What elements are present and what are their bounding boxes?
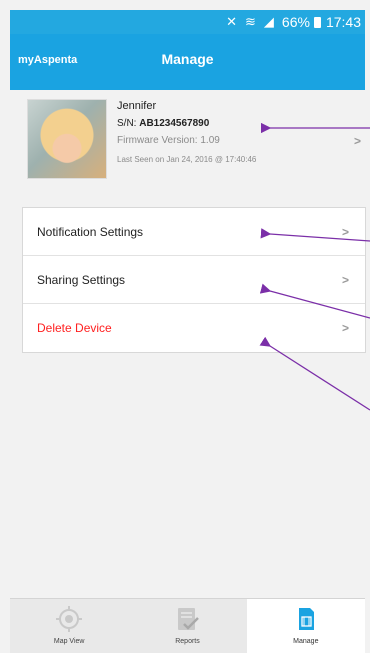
sim-card-icon bbox=[298, 608, 314, 630]
chevron-right-icon: > bbox=[353, 134, 361, 148]
chevron-right-icon: > bbox=[341, 321, 349, 335]
status-bar: ✕ ≋ ◢ 66% 17:43 bbox=[10, 10, 365, 34]
wifi-icon: ≋ bbox=[245, 14, 256, 29]
manage-content: Jennifer S/N: AB1234567890 Firmware Vers… bbox=[10, 90, 366, 598]
tab-label: Map View bbox=[53, 638, 85, 645]
tab-reports[interactable]: Reports bbox=[128, 599, 246, 653]
device-serial: S/N: AB1234567890 bbox=[117, 118, 209, 129]
avatar bbox=[27, 99, 107, 179]
last-seen: Last Seen on Jan 24, 2016 @ 17:40:46 bbox=[117, 155, 257, 164]
menu-item-label: Sharing Settings bbox=[37, 273, 126, 287]
sharing-settings-item[interactable]: Sharing Settings > bbox=[23, 256, 365, 304]
serial-label: S/N: bbox=[117, 118, 140, 129]
mute-icon: ✕ bbox=[226, 14, 238, 29]
tab-manage[interactable]: Manage bbox=[246, 599, 365, 653]
signal-icon: ◢ bbox=[263, 14, 274, 29]
device-name: Jennifer bbox=[117, 100, 157, 112]
tab-bar: Map View Reports Manage bbox=[10, 598, 365, 653]
tab-label: Manage bbox=[293, 638, 319, 645]
serial-value: AB1234567890 bbox=[139, 118, 210, 129]
chevron-right-icon: > bbox=[341, 273, 349, 287]
menu-item-label: Delete Device bbox=[37, 321, 112, 335]
battery-percent: 66% bbox=[281, 14, 310, 30]
clock: 17:43 bbox=[325, 14, 361, 30]
firmware-version: Firmware Version: 1.09 bbox=[117, 135, 220, 146]
report-icon bbox=[178, 608, 200, 630]
page-title: Manage bbox=[161, 51, 214, 67]
crosshair-icon bbox=[56, 606, 83, 632]
tab-label: Reports bbox=[175, 638, 200, 645]
app-bar: myAspenta Manage bbox=[10, 34, 365, 90]
settings-menu: Notification Settings > Sharing Settings… bbox=[22, 207, 366, 353]
delete-device-item[interactable]: Delete Device > bbox=[23, 304, 365, 352]
device-card[interactable]: Jennifer S/N: AB1234567890 Firmware Vers… bbox=[10, 90, 365, 186]
tab-map-view[interactable]: Map View bbox=[10, 599, 128, 653]
battery-icon bbox=[313, 16, 321, 28]
notification-settings-item[interactable]: Notification Settings > bbox=[23, 208, 365, 256]
chevron-right-icon: > bbox=[341, 225, 349, 239]
menu-item-label: Notification Settings bbox=[37, 225, 144, 239]
